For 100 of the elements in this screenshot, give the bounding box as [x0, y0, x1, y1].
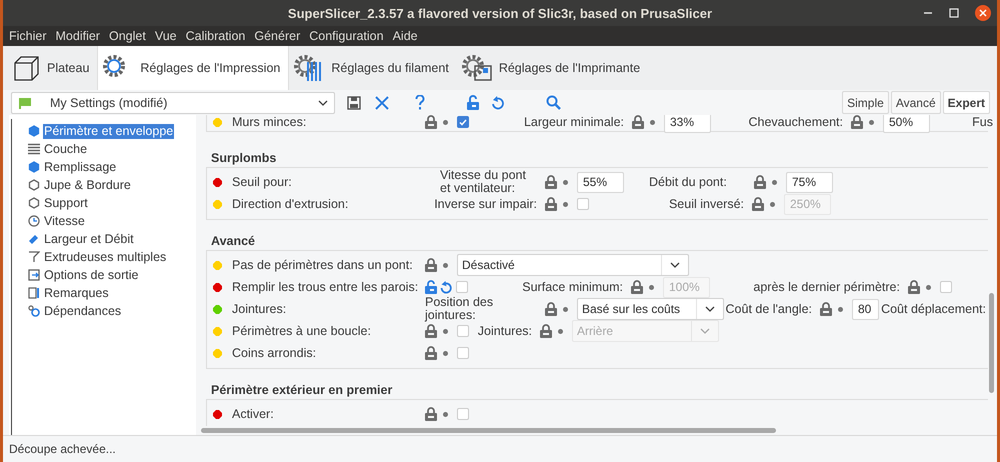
tab[interactable]: Plateau [9, 46, 98, 90]
sidebar-item[interactable]: Couche [43, 142, 88, 156]
gears-icon [28, 305, 40, 317]
lock-icon[interactable] [425, 407, 437, 421]
setting-label: Activer: [232, 407, 274, 421]
menu-item[interactable]: Modifier [56, 29, 100, 43]
section-title: Périmètre extérieur en premier [210, 383, 394, 397]
bullet-icon [558, 328, 563, 334]
input-field[interactable]: 33% [664, 115, 711, 132]
mode-button[interactable]: Expert [942, 91, 990, 114]
option-label: Jointures: [478, 324, 532, 338]
checkbox[interactable] [577, 198, 589, 210]
bullet-icon [443, 350, 448, 356]
bullet-icon [649, 284, 654, 290]
checkbox[interactable] [457, 116, 469, 128]
menu-item[interactable]: Vue [154, 29, 177, 43]
bullet-icon [563, 202, 568, 206]
bullet-icon [869, 120, 874, 124]
help-icon[interactable] [415, 95, 425, 110]
reset-icon[interactable] [491, 96, 504, 110]
setting-label: Murs minces: [232, 115, 306, 129]
mode-button[interactable]: Simple [842, 91, 889, 114]
lock-icon[interactable] [851, 115, 863, 129]
menu-item[interactable]: Onglet [108, 29, 146, 43]
lock-icon[interactable] [754, 175, 766, 189]
bullet-icon [563, 180, 568, 184]
input-field[interactable]: 50% [883, 115, 930, 132]
setting-label: Seuil pour: [232, 175, 292, 189]
setting-label: Jointures: [232, 302, 286, 316]
sidebar-item[interactable]: Périmètre et enveloppe [43, 124, 174, 138]
menu-item[interactable]: Configuration [309, 29, 384, 43]
checkbox[interactable] [940, 281, 952, 293]
checkbox[interactable] [457, 325, 469, 337]
bullet-icon [772, 180, 777, 184]
dropdown[interactable]: Basé sur les coûts [577, 298, 724, 320]
lock-icon[interactable] [425, 258, 437, 272]
sidebar-item[interactable]: Remplissage [43, 160, 118, 174]
unlock-icon[interactable] [425, 280, 437, 294]
lock-icon[interactable] [820, 302, 832, 316]
sidebar-item[interactable]: Remarques [43, 286, 110, 300]
dropdown[interactable]: Désactivé [457, 254, 689, 276]
mode-button[interactable]: Avancé [890, 91, 941, 114]
input-field[interactable]: 80 [852, 298, 879, 320]
scrollbar-thumb[interactable] [989, 293, 994, 393]
caret-icon [700, 328, 710, 334]
sidebar-item[interactable]: Options de sortie [43, 268, 140, 282]
lock-icon[interactable] [631, 280, 643, 294]
scrollbar-thumb[interactable] [201, 428, 776, 433]
setting-label: Remplir les trous entre les parois: [232, 280, 418, 294]
sidebar-item[interactable]: Jupe & Bordure [43, 178, 132, 192]
hexagon-icon [28, 179, 40, 191]
menu-item[interactable]: Générer [254, 29, 300, 43]
bullet-icon [443, 262, 448, 268]
lock-icon[interactable] [752, 197, 764, 211]
lock-icon[interactable] [425, 346, 437, 360]
delete-icon[interactable] [375, 96, 389, 110]
sidebar-item[interactable]: Vitesse [43, 214, 86, 228]
preset-dropdown[interactable]: My Settings (modifié) [11, 92, 335, 114]
lock-icon[interactable] [545, 302, 557, 316]
close-icon[interactable] [975, 5, 991, 21]
sidebar-item[interactable]: Extrudeuses multiples [43, 250, 168, 264]
menu-item[interactable]: Aide [392, 29, 418, 43]
bullet-icon [770, 202, 775, 206]
save-icon[interactable] [347, 96, 361, 110]
tab[interactable]: Réglages de l'Impression [97, 46, 290, 90]
reset-icon[interactable] [440, 280, 452, 294]
lock-icon[interactable] [540, 324, 552, 338]
input-field[interactable]: 75% [786, 172, 833, 192]
lock-icon[interactable] [545, 197, 557, 211]
option-label: Chevauchement: [748, 116, 843, 128]
tab[interactable]: Réglages de l'Imprimante [456, 46, 648, 90]
lock-icon[interactable] [425, 324, 437, 338]
search-icon[interactable] [546, 95, 561, 110]
lock-icon[interactable] [908, 280, 920, 294]
option-label: Coût déplacement: [881, 302, 986, 316]
bullet-icon [926, 284, 931, 290]
lock-icon[interactable] [545, 175, 557, 189]
input-field[interactable]: 55% [577, 172, 624, 192]
option-label: Débit du pont: [649, 176, 728, 188]
checkbox[interactable] [457, 347, 469, 359]
lock-icon[interactable] [425, 115, 437, 129]
menu-item[interactable]: Fichier [9, 29, 47, 43]
lock-icon[interactable] [632, 115, 644, 129]
bullet-icon [838, 306, 843, 312]
unlock-icon[interactable] [467, 95, 479, 110]
bullet-icon [443, 328, 448, 334]
sidebar-item[interactable]: Largeur et Débit [43, 232, 135, 246]
checkbox[interactable] [457, 408, 469, 420]
option-label: Coût de l'angle: [726, 302, 812, 316]
sidebar-item[interactable]: Support [43, 196, 89, 210]
checkbox[interactable] [456, 281, 468, 293]
menu-item[interactable]: Calibration [186, 29, 246, 43]
tab[interactable]: Réglages du filament [289, 46, 457, 90]
setting-label: Périmètres à une boucle: [232, 324, 371, 338]
bullet-icon [443, 120, 448, 124]
maximize-icon[interactable] [949, 8, 959, 18]
option-label: Largeur minimale: [524, 116, 624, 128]
option-label: Seuil inversé: [668, 198, 744, 210]
sidebar-item[interactable]: Dépendances [43, 304, 122, 318]
bullet-icon [563, 306, 568, 312]
